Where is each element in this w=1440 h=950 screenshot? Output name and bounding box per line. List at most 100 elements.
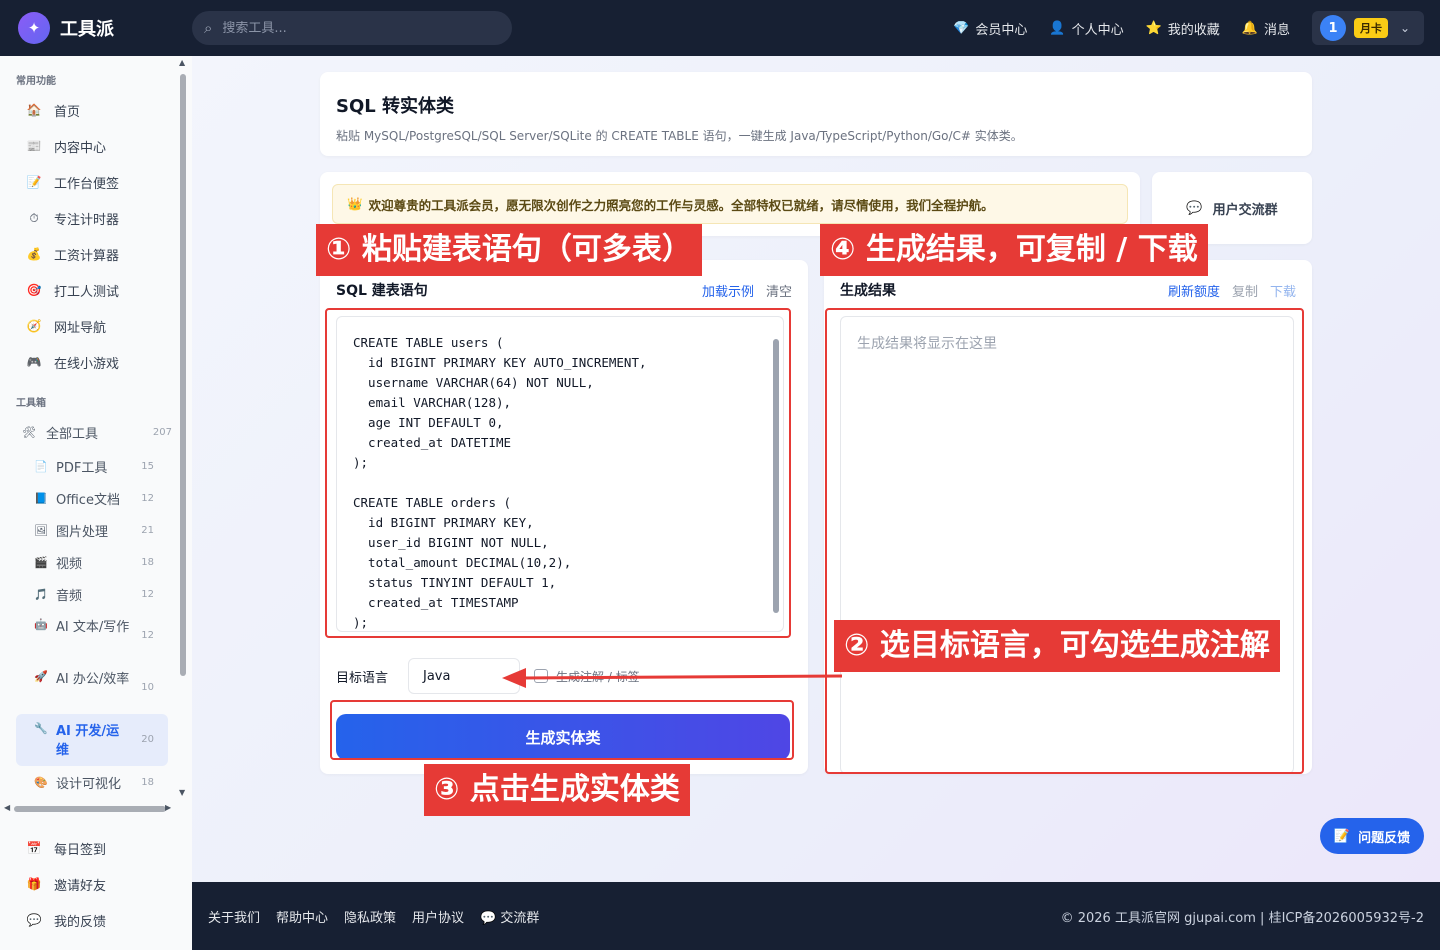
scrollbar-thumb[interactable] (180, 74, 186, 676)
comment-checkbox[interactable] (534, 669, 548, 683)
home-icon: 🏠 (26, 103, 42, 117)
sidebar-item-content[interactable]: 📰 内容中心 (0, 128, 192, 164)
footer-link-terms[interactable]: 用户协议 (412, 907, 464, 926)
sidebar-item-salary[interactable]: 💰 工资计算器 (0, 236, 192, 272)
sidebar-item-nav[interactable]: 🧭 网址导航 (0, 308, 192, 344)
sidebar-item-image[interactable]: 🖼 图片处理 21 (0, 514, 192, 546)
memo-icon: 📝 (1333, 828, 1351, 844)
sidebar-item-test[interactable]: 🎯 打工人测试 (0, 272, 192, 308)
sidebar-item-my-feedback[interactable]: 💬 我的反馈 (0, 902, 192, 938)
sidebar-item-label: AI 办公/效率 (56, 672, 130, 687)
feedback-button[interactable]: 📝 问题反馈 (1320, 818, 1424, 854)
sidebar-item-ai-dev[interactable]: 🔧 AI 开发/运维 20 (16, 714, 168, 766)
load-example-link[interactable]: 加载示例 (702, 281, 754, 300)
sql-text[interactable]: CREATE TABLE users ( id BIGINT PRIMARY K… (337, 317, 783, 631)
scroll-down-arrow-icon[interactable]: ▼ (179, 788, 185, 797)
sidebar-item-notes[interactable]: 📝 工作台便签 (0, 164, 192, 200)
scrollbar-thumb[interactable] (14, 806, 166, 812)
footer-link-help[interactable]: 帮助中心 (276, 907, 328, 926)
sidebar-bottom: 📅 每日签到 🎁 邀请好友 💬 我的反馈 (0, 830, 192, 938)
sidebar-item-office[interactable]: 📘 Office文档 12 (0, 482, 192, 514)
person-icon: 👤 (1049, 20, 1066, 36)
textarea-scrollbar-thumb[interactable] (773, 339, 779, 613)
user-menu[interactable]: 1 月卡 ⌄ (1312, 11, 1424, 45)
sidebar-item-all-tools[interactable]: 🛠 全部工具 207 (0, 414, 192, 450)
gift-icon: 🎁 (26, 877, 42, 891)
sidebar-item-label: PDF工具 (56, 460, 108, 476)
sidebar-item-video[interactable]: 🎬 视频 18 (0, 546, 192, 578)
language-row: 目标语言 Java 生成注解 / 标签 (336, 658, 640, 694)
top-nav: 💎 会员中心 👤 个人中心 ⭐ 我的收藏 🔔 消息 1 月卡 ⌄ (953, 11, 1424, 45)
footer-link-privacy[interactable]: 隐私政策 (344, 907, 396, 926)
member-notice: 👑 欢迎尊贵的工具派会员，愿无限次创作之力照亮您的工作与灵感。全部特权已就绪，请尽… (332, 184, 1128, 224)
logo-icon: ✦ (18, 12, 50, 44)
palette-icon: 🎨 (34, 775, 48, 789)
item-count: 20 (141, 734, 154, 745)
copyright: © 2026 工具派官网 gjupai.com | 桂ICP备202600593… (1060, 910, 1424, 926)
sidebar-item-ai-office[interactable]: 🚀 AI 办公/效率 10 (0, 662, 192, 714)
comment-checkbox-option[interactable]: 生成注解 / 标签 (534, 668, 640, 685)
speech-bubble-icon: 💬 (26, 913, 42, 927)
sidebar-horizontal-scrollbar[interactable]: ◀ ▶ (4, 802, 176, 814)
item-count: 21 (141, 524, 154, 536)
search-icon: ⌕ (204, 19, 213, 37)
sql-input-pane: SQL 建表语句 加载示例 清空 CREATE TABLE users ( id… (320, 260, 808, 774)
result-pane-actions: 刷新额度 复制 下载 (1156, 281, 1296, 300)
brand-logo[interactable]: ✦ 工具派 (18, 12, 192, 44)
picture-icon: 🖼 (34, 523, 48, 537)
sidebar-item-audio[interactable]: 🎵 音频 12 (0, 578, 192, 610)
rocket-icon: 🚀 (34, 670, 48, 683)
footer-link-group[interactable]: 💬 交流群 (480, 907, 539, 926)
stopwatch-icon: ⏱ (29, 210, 39, 225)
scroll-up-arrow-icon[interactable]: ▲ (179, 58, 185, 67)
item-count: 10 (141, 682, 154, 693)
top-bar: ✦ 工具派 ⌕ 💎 会员中心 👤 个人中心 ⭐ 我的收藏 🔔 消息 1 月卡 ⌄ (0, 0, 1440, 56)
chevron-down-icon: ⌄ (1400, 21, 1411, 35)
sidebar-item-pdf[interactable]: 📄 PDF工具 15 (0, 450, 192, 482)
target-language-select[interactable]: Java (408, 658, 520, 694)
download-link[interactable]: 下载 (1270, 281, 1296, 300)
sidebar-item-label: 音频 (56, 588, 83, 604)
scroll-left-arrow-icon[interactable]: ◀ (4, 803, 10, 812)
sidebar-scroll-area: 常用功能 🏠 首页 📰 内容中心 📝 工作台便签 ⏱ 专注计时器 💰 工资计算器 🎯 打工人… (0, 56, 192, 816)
sidebar-item-games[interactable]: 🎮 在线小游戏 (0, 344, 192, 380)
sidebar-item-design[interactable]: 🎨 设计可视化 18 (0, 766, 192, 798)
generate-button[interactable]: 生成实体类 (336, 714, 790, 760)
nav-favorites[interactable]: ⭐ 我的收藏 (1146, 19, 1220, 38)
sidebar-item-label: 首页 (54, 104, 81, 120)
clear-link[interactable]: 清空 (766, 281, 792, 300)
sidebar-item-label: 工资计算器 (54, 248, 120, 264)
page-description: 粘贴 MySQL/PostgreSQL/SQL Server/SQLite 的 … (336, 129, 1023, 143)
section-common: 常用功能 (16, 76, 56, 87)
sidebar-item-label: AI 开发/运维 (56, 724, 120, 758)
result-output[interactable] (840, 316, 1294, 774)
sidebar-vertical-scrollbar[interactable]: ▲ ▼ (177, 58, 187, 800)
sidebar-item-timer[interactable]: ⏱ 专注计时器 (0, 200, 192, 236)
sidebar-item-label: 设计可视化 (56, 776, 122, 792)
search-input[interactable] (222, 20, 483, 36)
sidebar-item-label: 网址导航 (54, 320, 107, 336)
result-textarea[interactable] (841, 317, 1293, 773)
nav-member-center[interactable]: 💎 会员中心 (953, 19, 1027, 38)
sidebar-item-invite[interactable]: 🎁 邀请好友 (0, 866, 192, 902)
tools-icon: 🛠 (22, 425, 36, 439)
nav-messages[interactable]: 🔔 消息 (1242, 19, 1290, 38)
sql-textarea[interactable]: CREATE TABLE users ( id BIGINT PRIMARY K… (336, 316, 784, 632)
item-count: 18 (141, 776, 154, 788)
copy-link[interactable]: 复制 (1232, 281, 1258, 300)
search-bar[interactable]: ⌕ (192, 11, 512, 45)
music-note-icon: 🎵 (34, 587, 48, 601)
annotation-step-3: ③ 点击生成实体类 (424, 764, 690, 816)
sidebar-item-label: 图片处理 (56, 524, 109, 540)
star-icon: ⭐ (1145, 20, 1162, 36)
target-language-label: 目标语言 (336, 670, 389, 686)
sidebar-item-checkin[interactable]: 📅 每日签到 (0, 830, 192, 866)
annotation-step-1: ① 粘贴建表语句（可多表） (316, 224, 702, 276)
sidebar-item-ai-writing[interactable]: 🤖 AI 文本/写作 12 (0, 610, 192, 662)
sidebar-item-home[interactable]: 🏠 首页 (0, 92, 192, 128)
footer-link-about[interactable]: 关于我们 (208, 907, 260, 926)
scroll-right-arrow-icon[interactable]: ▶ (165, 803, 171, 812)
refresh-quota-link[interactable]: 刷新额度 (1168, 281, 1220, 300)
nav-personal-center[interactable]: 👤 个人中心 (1049, 19, 1123, 38)
sidebar-item-label: 全部工具 (46, 426, 99, 442)
